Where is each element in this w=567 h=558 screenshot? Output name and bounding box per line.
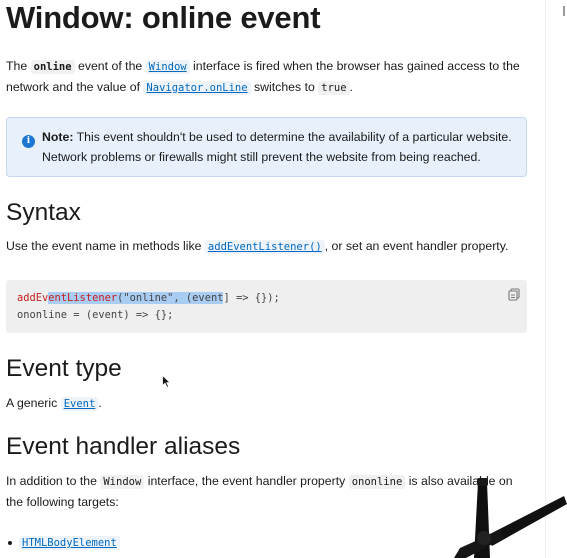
event-type-paragraph: A generic Event.	[6, 396, 102, 411]
copy-icon[interactable]	[508, 288, 520, 301]
link-navigator-online[interactable]: Navigator.onLine	[143, 80, 251, 95]
note-text: This event shouldn't be used to determin…	[42, 130, 512, 164]
code-line-2[interactable]: ononline = (event) => {};	[17, 309, 173, 321]
heading-syntax: Syntax	[6, 199, 81, 226]
note-callout: i Note: This event shouldn't be used to …	[6, 117, 527, 177]
note-label: Note:	[42, 130, 74, 144]
article-page: Window: online event The online event of…	[0, 0, 545, 558]
scrollbar-track[interactable]	[545, 0, 567, 558]
code-true: true	[318, 80, 350, 95]
code-example[interactable]: addEventListener("online", (event] => {}…	[6, 280, 527, 333]
info-icon: i	[22, 135, 35, 148]
scrollbar-thumb[interactable]	[563, 6, 565, 16]
code-line-1[interactable]: addEventListener("online", (event] => {}…	[17, 292, 280, 304]
list-item: HTMLBodyElement	[6, 533, 120, 553]
link-event[interactable]: Event	[60, 396, 99, 411]
syntax-paragraph: Use the event name in methods like addEv…	[6, 239, 509, 254]
code-window: Window	[100, 475, 145, 489]
link-window[interactable]: Window	[145, 59, 190, 74]
heading-event-handler-aliases: Event handler aliases	[6, 433, 241, 460]
intro-paragraph: The online event of the Window interface…	[6, 59, 520, 95]
link-addeventlistener[interactable]: addEventListener()	[204, 239, 325, 254]
page-title: Window: online event	[6, 0, 321, 35]
mouse-cursor-icon	[162, 375, 171, 388]
link-htmlbodyelement[interactable]: HTMLBodyElement	[19, 535, 120, 550]
code-ononline: ononline	[348, 475, 406, 489]
code-online: online	[30, 60, 75, 74]
heading-event-type: Event type	[6, 355, 122, 382]
microphone-arm-icon	[454, 478, 567, 558]
targets-list: HTMLBodyElement	[6, 533, 120, 553]
